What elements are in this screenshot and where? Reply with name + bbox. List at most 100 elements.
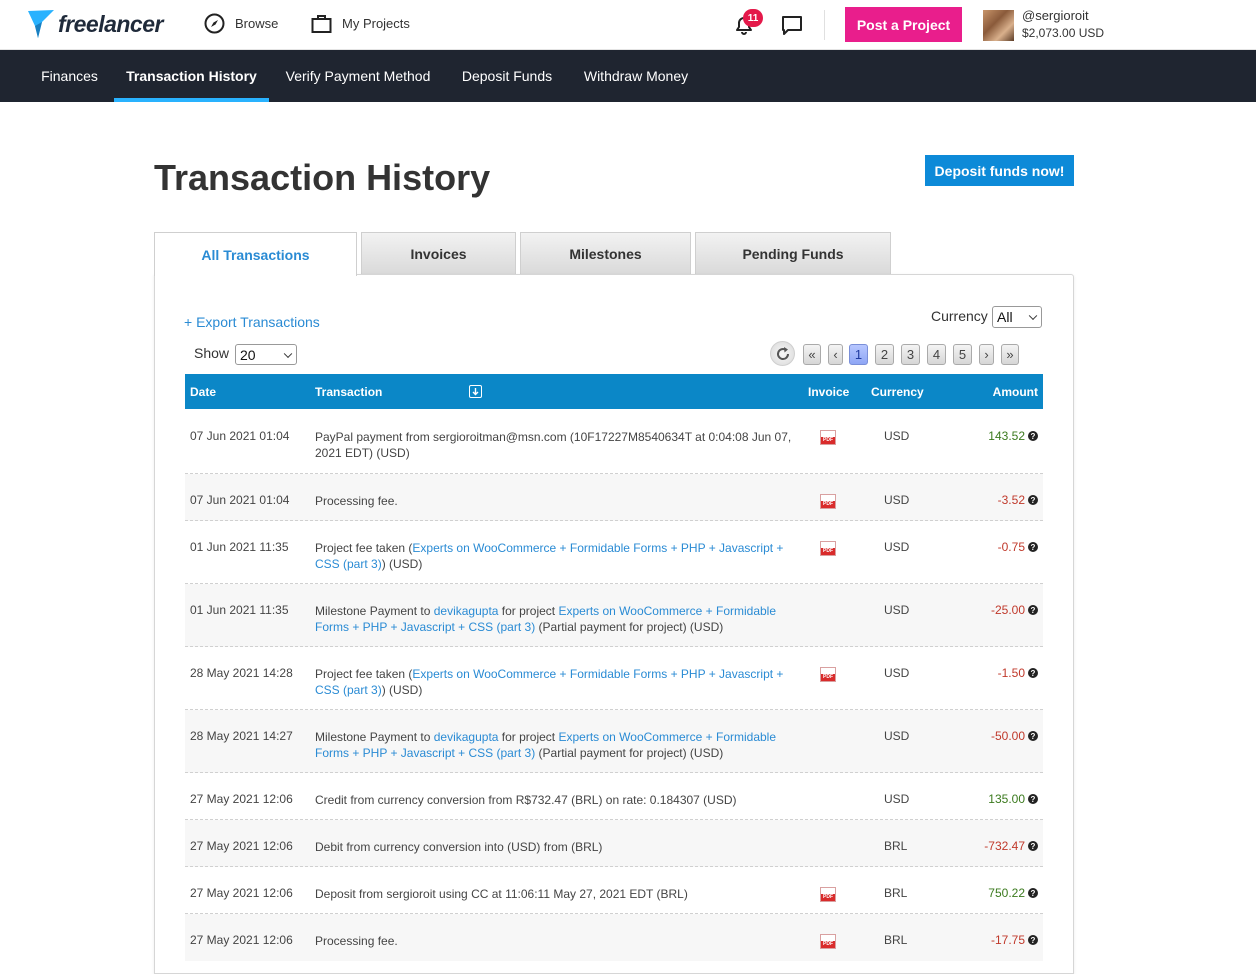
my-projects-label: My Projects — [342, 16, 410, 31]
refresh-button[interactable] — [770, 341, 795, 366]
freelancer-logo[interactable]: freelancer — [26, 8, 163, 40]
tab-invoices[interactable]: Invoices — [361, 232, 516, 275]
tab-all-transactions[interactable]: All Transactions — [154, 232, 357, 276]
pager-next[interactable]: › — [979, 344, 994, 365]
show-count-select[interactable]: 20 — [235, 344, 297, 365]
deposit-funds-button[interactable]: Deposit funds now! — [925, 155, 1074, 186]
row-amount: -1.50? — [998, 666, 1038, 680]
table-row: 27 May 2021 12:06 Debit from currency co… — [185, 820, 1043, 867]
table-row: 07 Jun 2021 01:04 PayPal payment from se… — [185, 410, 1043, 474]
col-transaction: Transaction — [315, 385, 383, 399]
pager-page-3[interactable]: 3 — [901, 344, 920, 365]
table-row: 27 May 2021 12:06 Deposit from sergioroi… — [185, 867, 1043, 914]
pager-page-1[interactable]: 1 — [849, 344, 868, 365]
sort-down-icon[interactable] — [469, 385, 482, 398]
show-count-value: 20 — [240, 346, 256, 363]
avatar[interactable] — [983, 10, 1014, 41]
subnav-transaction-history[interactable]: Transaction History — [114, 50, 269, 102]
row-transaction: Credit from currency conversion from R$7… — [315, 793, 737, 807]
row-currency: BRL — [884, 839, 908, 853]
browse-label: Browse — [235, 16, 279, 31]
help-icon[interactable]: ? — [1028, 841, 1038, 851]
row-date: 27 May 2021 12:06 — [190, 839, 293, 853]
pager-last[interactable]: » — [1001, 344, 1019, 365]
briefcase-icon — [311, 15, 332, 33]
export-transactions-link[interactable]: + Export Transactions — [184, 314, 320, 330]
chevron-down-icon — [283, 349, 293, 358]
col-invoice: Invoice — [808, 385, 850, 399]
pdf-icon[interactable]: PDF — [820, 430, 836, 445]
row-date: 07 Jun 2021 01:04 — [190, 493, 290, 507]
row-currency: USD — [884, 666, 910, 680]
page-title: Transaction History — [154, 157, 491, 198]
pager-page-4[interactable]: 4 — [927, 344, 946, 365]
table-row: 28 May 2021 14:28 Project fee taken (Exp… — [185, 647, 1043, 710]
pdf-icon[interactable]: PDF — [820, 887, 836, 902]
help-icon[interactable]: ? — [1028, 605, 1038, 615]
row-date: 01 Jun 2021 11:35 — [190, 603, 289, 617]
pdf-icon[interactable]: PDF — [820, 494, 836, 509]
user-link[interactable]: devikagupta — [434, 730, 499, 744]
pager-prev[interactable]: ‹ — [828, 344, 843, 365]
currency-label: Currency — [931, 308, 988, 324]
currency-select[interactable]: All — [992, 306, 1042, 328]
pdf-icon[interactable]: PDF — [820, 541, 836, 556]
header-divider — [824, 10, 825, 40]
help-icon[interactable]: ? — [1028, 935, 1038, 945]
pdf-icon[interactable]: PDF — [820, 934, 836, 949]
bird-logo-icon — [28, 10, 54, 38]
help-icon[interactable]: ? — [1028, 731, 1038, 741]
subnav-finances[interactable]: Finances — [26, 50, 113, 102]
subnav-deposit-funds[interactable]: Deposit Funds — [447, 50, 567, 102]
subnav-withdraw-money[interactable]: Withdraw Money — [568, 50, 704, 102]
post-project-button[interactable]: Post a Project — [845, 7, 962, 42]
col-date[interactable]: Date — [190, 385, 216, 399]
messages-button[interactable] — [781, 14, 803, 41]
row-transaction: Processing fee. — [315, 934, 398, 948]
top-header: freelancer Browse My Projects 11 Post a … — [0, 0, 1256, 50]
subnav-verify-payment-method[interactable]: Verify Payment Method — [270, 50, 446, 102]
col-currency: Currency — [871, 385, 924, 399]
table-header: Date Transaction Invoice Currency Amount — [185, 374, 1043, 409]
pdf-icon[interactable]: PDF — [820, 667, 836, 682]
finance-nav: Finances Transaction History Verify Paym… — [0, 50, 1256, 102]
row-amount: 143.52? — [988, 429, 1038, 443]
row-amount: 750.22? — [988, 886, 1038, 900]
row-currency: USD — [884, 540, 910, 554]
row-transaction: Processing fee. — [315, 494, 398, 508]
user-link[interactable]: devikagupta — [434, 604, 499, 618]
tab-pending-funds[interactable]: Pending Funds — [695, 232, 891, 275]
table-row: 27 May 2021 12:06 Processing fee. PDF BR… — [185, 914, 1043, 961]
table-row: 27 May 2021 12:06 Credit from currency c… — [185, 773, 1043, 820]
row-currency: USD — [884, 603, 910, 617]
chevron-down-icon — [1028, 311, 1038, 321]
pager-page-5[interactable]: 5 — [953, 344, 972, 365]
help-icon[interactable]: ? — [1028, 794, 1038, 804]
my-projects-link[interactable]: My Projects — [311, 13, 410, 34]
row-currency: BRL — [884, 886, 908, 900]
username[interactable]: @sergioroit — [1022, 8, 1089, 23]
row-transaction: Deposit from sergioroit using CC at 11:0… — [315, 887, 688, 901]
row-date: 07 Jun 2021 01:04 — [190, 429, 290, 443]
row-currency: BRL — [884, 933, 908, 947]
show-label: Show — [194, 345, 230, 361]
help-icon[interactable]: ? — [1028, 495, 1038, 505]
row-amount: 135.00? — [988, 792, 1038, 806]
help-icon[interactable]: ? — [1028, 888, 1038, 898]
help-icon[interactable]: ? — [1028, 431, 1038, 441]
row-amount: -25.00? — [991, 603, 1038, 617]
help-icon[interactable]: ? — [1028, 542, 1038, 552]
logo-text: freelancer — [58, 10, 163, 37]
table-row: 07 Jun 2021 01:04 Processing fee. PDF US… — [185, 474, 1043, 521]
browse-link[interactable]: Browse — [204, 13, 278, 34]
compass-icon — [204, 13, 225, 34]
row-transaction: Milestone Payment to devikagupta for pro… — [315, 604, 777, 634]
row-date: 01 Jun 2021 11:35 — [190, 540, 289, 554]
tab-milestones[interactable]: Milestones — [520, 232, 691, 275]
account-balance: $2,073.00 USD — [1022, 26, 1105, 40]
row-amount: -17.75? — [991, 933, 1038, 947]
row-transaction: Project fee taken (Experts on WooCommerc… — [315, 541, 784, 571]
help-icon[interactable]: ? — [1028, 668, 1038, 678]
pager-page-2[interactable]: 2 — [875, 344, 894, 365]
pager-first[interactable]: « — [803, 344, 821, 365]
